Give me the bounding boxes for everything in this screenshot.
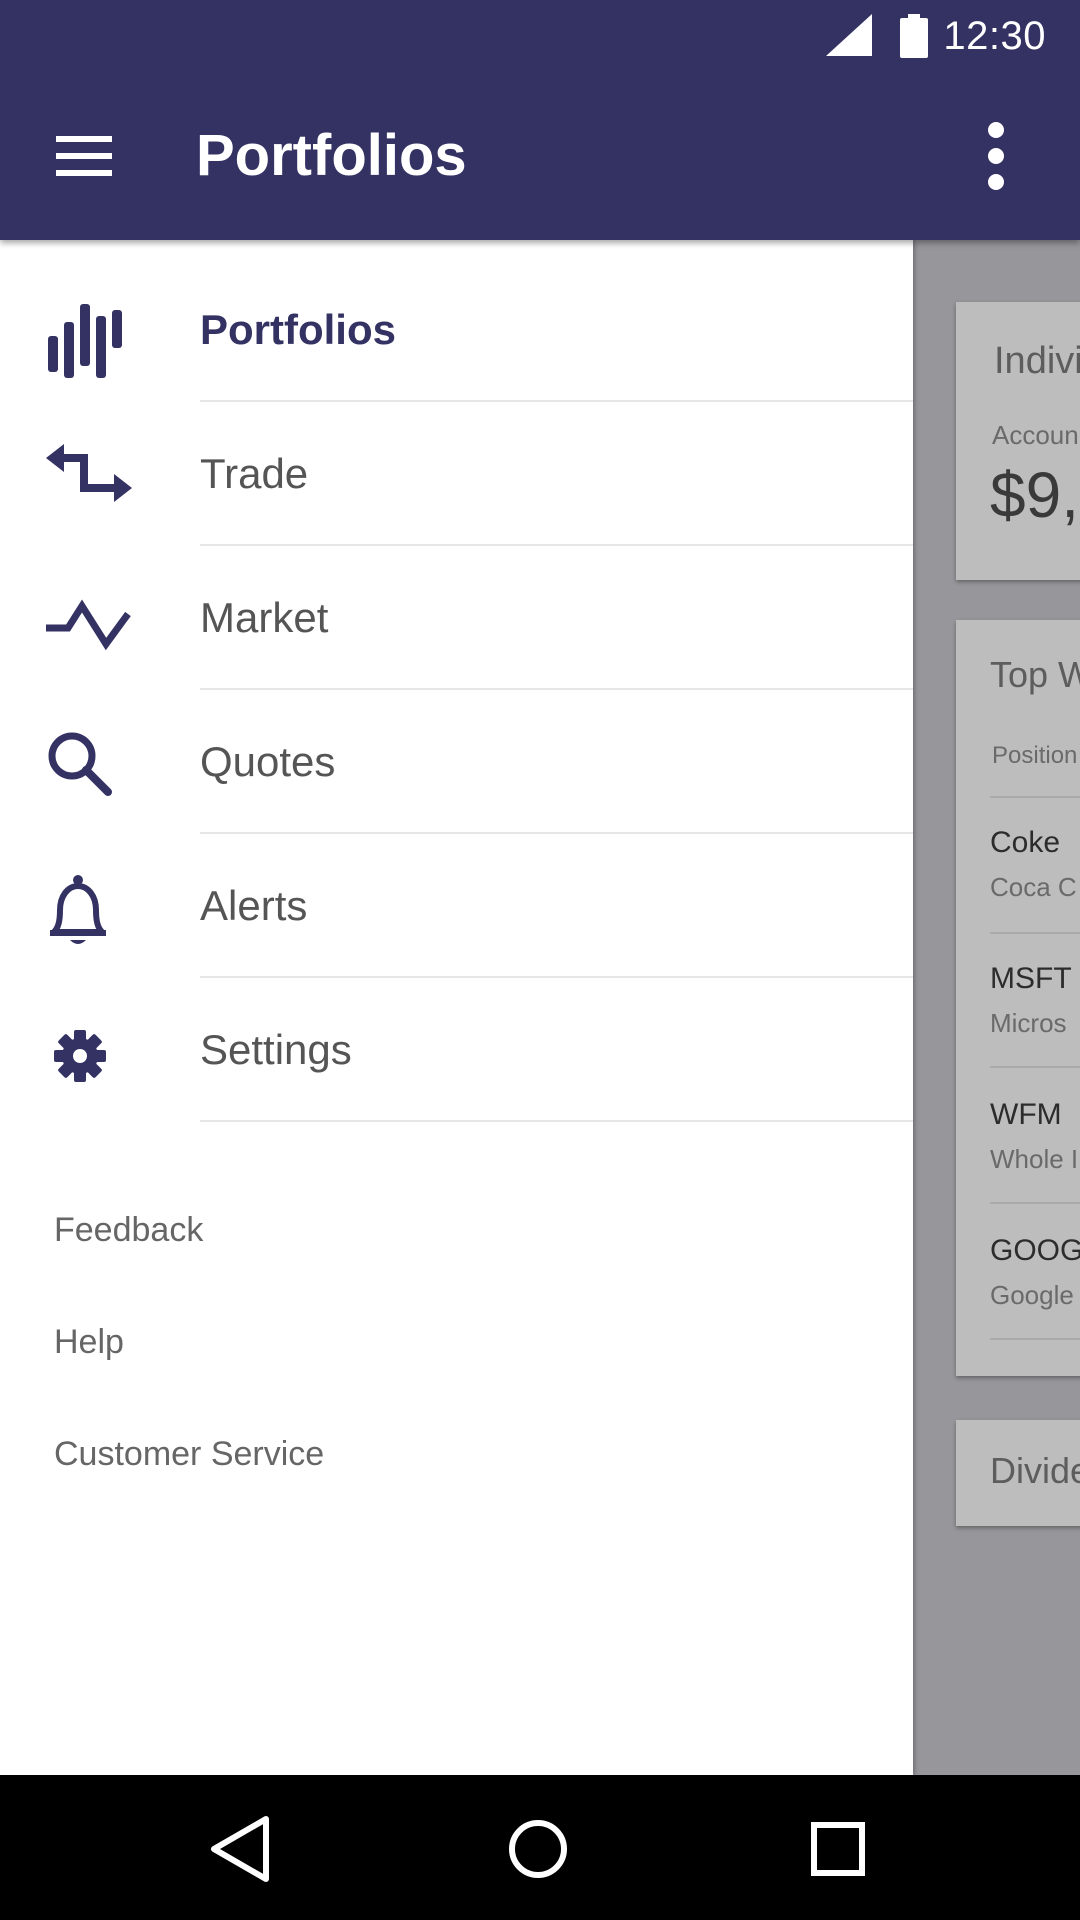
account-card: Indivi Accoun $9,( (956, 302, 1080, 580)
swap-arrows-icon (46, 444, 132, 502)
signal-icon (826, 14, 872, 56)
nav-item-alerts[interactable]: Alerts (0, 834, 913, 978)
more-vert-icon[interactable] (966, 114, 1026, 198)
nav-item-settings[interactable]: Settings (0, 978, 913, 1122)
gear-icon (54, 1030, 106, 1082)
table-row-symbol: GOOG (990, 1234, 1080, 1267)
table-row-symbol: MSFT (990, 962, 1072, 995)
nav-item-market[interactable]: Market (0, 546, 913, 690)
card-heading: Divide (990, 1450, 1080, 1491)
nav-item-label: Trade (200, 450, 309, 497)
battery-icon (900, 14, 928, 58)
nav-item-label: Alerts (200, 882, 308, 929)
background-content: Indivi Accoun $9,( Top W Position Coke C… (913, 240, 1080, 1775)
feedback-link[interactable]: Feedback (54, 1208, 203, 1252)
table-row-name: Coca C (990, 872, 1077, 902)
nav-item-portfolios[interactable]: Portfolios (0, 258, 913, 402)
card-heading: Top W (990, 654, 1080, 695)
row-divider (990, 1066, 1080, 1068)
column-header: Position (992, 742, 1078, 769)
table-row-name: Whole I (990, 1144, 1079, 1174)
top-positions-card: Top W Position Coke Coca C MSFT Micros W… (956, 620, 1080, 1376)
dividends-card: Divide (956, 1420, 1080, 1526)
menu-icon[interactable] (42, 122, 126, 190)
customer-service-link[interactable]: Customer Service (54, 1432, 324, 1476)
account-value: $9,( (990, 459, 1080, 531)
navigation-drawer: Portfolios Trade Market Quotes Alerts Se… (0, 240, 913, 1775)
nav-item-label: Quotes (200, 738, 336, 785)
page-title: Portfolios (196, 123, 467, 188)
table-row-symbol: Coke (990, 826, 1061, 859)
nav-item-label: Portfolios (200, 306, 396, 353)
nav-item-trade[interactable]: Trade (0, 402, 913, 546)
row-divider (990, 1202, 1080, 1204)
system-nav-bar (0, 1775, 1080, 1920)
row-divider (990, 796, 1080, 798)
search-icon (48, 732, 112, 796)
home-icon[interactable] (496, 1807, 580, 1891)
table-row-name: Micros (990, 1008, 1067, 1038)
card-label: Accoun (992, 420, 1079, 450)
app-bar: Portfolios (0, 72, 1080, 240)
status-bar: 12:30 (0, 0, 1080, 72)
divider (200, 1120, 913, 1122)
nav-item-label: Market (200, 594, 329, 641)
status-time: 12:30 (943, 14, 1046, 58)
table-row-name: Google (990, 1280, 1074, 1310)
row-divider (990, 932, 1080, 934)
card-heading: Indivi (994, 340, 1080, 382)
nav-item-quotes[interactable]: Quotes (0, 690, 913, 834)
help-link[interactable]: Help (54, 1320, 124, 1364)
recents-icon[interactable] (796, 1807, 880, 1891)
trend-line-icon (46, 599, 131, 651)
row-divider (990, 1338, 1080, 1340)
portfolio-bars-icon (48, 304, 122, 378)
table-row-symbol: WFM (990, 1098, 1062, 1131)
back-icon[interactable] (198, 1807, 282, 1891)
nav-item-label: Settings (200, 1026, 352, 1073)
bell-icon (50, 875, 106, 944)
app-bar-container: 12:30 Portfolios (0, 0, 1080, 240)
